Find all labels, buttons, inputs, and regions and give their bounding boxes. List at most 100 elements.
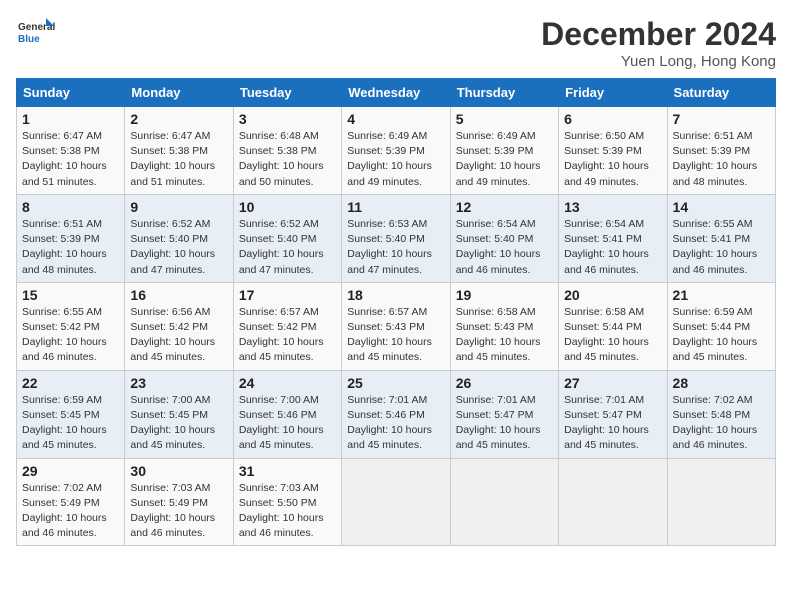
location-subtitle: Yuen Long, Hong Kong <box>541 53 776 70</box>
day-number: 28 <box>673 375 770 391</box>
day-info: Sunrise: 6:52 AMSunset: 5:40 PMDaylight:… <box>130 217 227 278</box>
day-number: 4 <box>347 111 444 127</box>
day-info: Sunrise: 6:50 AMSunset: 5:39 PMDaylight:… <box>564 129 661 190</box>
calendar-cell <box>450 458 558 546</box>
calendar-cell: 29 Sunrise: 7:02 AMSunset: 5:49 PMDayligh… <box>17 458 125 546</box>
calendar-cell: 24 Sunrise: 7:00 AMSunset: 5:46 PMDayligh… <box>233 370 341 458</box>
header-cell-saturday: Saturday <box>667 79 775 107</box>
header-cell-tuesday: Tuesday <box>233 79 341 107</box>
day-number: 17 <box>239 287 336 303</box>
day-number: 27 <box>564 375 661 391</box>
day-number: 2 <box>130 111 227 127</box>
calendar-cell: 21 Sunrise: 6:59 AMSunset: 5:44 PMDayligh… <box>667 282 775 370</box>
header-cell-monday: Monday <box>125 79 233 107</box>
calendar-table: SundayMondayTuesdayWednesdayThursdayFrid… <box>16 78 776 546</box>
day-info: Sunrise: 6:59 AMSunset: 5:44 PMDaylight:… <box>673 305 770 366</box>
day-info: Sunrise: 6:56 AMSunset: 5:42 PMDaylight:… <box>130 305 227 366</box>
day-info: Sunrise: 7:03 AMSunset: 5:49 PMDaylight:… <box>130 481 227 542</box>
day-info: Sunrise: 7:00 AMSunset: 5:45 PMDaylight:… <box>130 393 227 454</box>
header-cell-sunday: Sunday <box>17 79 125 107</box>
calendar-week-2: 8 Sunrise: 6:51 AMSunset: 5:39 PMDaylight… <box>17 194 776 282</box>
day-number: 20 <box>564 287 661 303</box>
day-number: 11 <box>347 199 444 215</box>
calendar-cell: 3 Sunrise: 6:48 AMSunset: 5:38 PMDaylight… <box>233 107 341 195</box>
day-number: 22 <box>22 375 119 391</box>
day-info: Sunrise: 6:51 AMSunset: 5:39 PMDaylight:… <box>22 217 119 278</box>
day-info: Sunrise: 6:49 AMSunset: 5:39 PMDaylight:… <box>456 129 553 190</box>
header-row: SundayMondayTuesdayWednesdayThursdayFrid… <box>17 79 776 107</box>
day-info: Sunrise: 6:51 AMSunset: 5:39 PMDaylight:… <box>673 129 770 190</box>
calendar-cell: 26 Sunrise: 7:01 AMSunset: 5:47 PMDayligh… <box>450 370 558 458</box>
day-number: 9 <box>130 199 227 215</box>
calendar-cell: 18 Sunrise: 6:57 AMSunset: 5:43 PMDayligh… <box>342 282 450 370</box>
day-number: 26 <box>456 375 553 391</box>
calendar-cell: 1Sunrise: 6:47 AMSunset: 5:38 PMDaylight… <box>17 107 125 195</box>
calendar-cell: 17 Sunrise: 6:57 AMSunset: 5:42 PMDayligh… <box>233 282 341 370</box>
calendar-cell: 12 Sunrise: 6:54 AMSunset: 5:40 PMDayligh… <box>450 194 558 282</box>
day-info: Sunrise: 7:01 AMSunset: 5:47 PMDaylight:… <box>564 393 661 454</box>
day-info: Sunrise: 6:48 AMSunset: 5:38 PMDaylight:… <box>239 129 336 190</box>
day-number: 3 <box>239 111 336 127</box>
calendar-cell: 25Sunrise: 7:01 AMSunset: 5:46 PMDayligh… <box>342 370 450 458</box>
calendar-cell: 9 Sunrise: 6:52 AMSunset: 5:40 PMDaylight… <box>125 194 233 282</box>
header-cell-friday: Friday <box>559 79 667 107</box>
day-number: 31 <box>239 463 336 479</box>
header-cell-thursday: Thursday <box>450 79 558 107</box>
day-info: Sunrise: 6:53 AMSunset: 5:40 PMDaylight:… <box>347 217 444 278</box>
calendar-cell <box>342 458 450 546</box>
day-info: Sunrise: 7:00 AMSunset: 5:46 PMDaylight:… <box>239 393 336 454</box>
svg-text:Blue: Blue <box>18 34 40 45</box>
day-number: 18 <box>347 287 444 303</box>
day-number: 23 <box>130 375 227 391</box>
calendar-week-1: 1 Sunrise: 6:47 AMSunset: 5:38 PMDaylight… <box>17 107 776 195</box>
day-info: Sunrise: 7:03 AMSunset: 5:50 PMDaylight:… <box>239 481 336 542</box>
calendar-cell: 5Sunrise: 6:49 AMSunset: 5:39 PMDaylight… <box>450 107 558 195</box>
day-info: Sunrise: 6:57 AMSunset: 5:42 PMDaylight:… <box>239 305 336 366</box>
day-number: 19 <box>456 287 553 303</box>
day-info: Sunrise: 7:02 AMSunset: 5:49 PMDaylight:… <box>22 481 119 542</box>
day-info: Sunrise: 6:59 AMSunset: 5:45 PMDaylight:… <box>22 393 119 454</box>
calendar-cell: 27 Sunrise: 7:01 AMSunset: 5:47 PMDayligh… <box>559 370 667 458</box>
calendar-cell: 14Sunrise: 6:55 AMSunset: 5:41 PMDayligh… <box>667 194 775 282</box>
calendar-cell: 15Sunrise: 6:55 AMSunset: 5:42 PMDayligh… <box>17 282 125 370</box>
day-info: Sunrise: 6:57 AMSunset: 5:43 PMDaylight:… <box>347 305 444 366</box>
day-number: 16 <box>130 287 227 303</box>
header-cell-wednesday: Wednesday <box>342 79 450 107</box>
calendar-cell: 28 Sunrise: 7:02 AMSunset: 5:48 PMDayligh… <box>667 370 775 458</box>
calendar-cell: 2 Sunrise: 6:47 AMSunset: 5:38 PMDaylight… <box>125 107 233 195</box>
day-number: 12 <box>456 199 553 215</box>
day-info: Sunrise: 6:47 AMSunset: 5:38 PMDaylight:… <box>130 129 227 190</box>
calendar-cell: 20 Sunrise: 6:58 AMSunset: 5:44 PMDayligh… <box>559 282 667 370</box>
calendar-cell: 11 Sunrise: 6:53 AMSunset: 5:40 PMDayligh… <box>342 194 450 282</box>
day-info: Sunrise: 7:01 AMSunset: 5:47 PMDaylight:… <box>456 393 553 454</box>
day-info: Sunrise: 6:55 AMSunset: 5:42 PMDaylight:… <box>22 305 119 366</box>
calendar-cell: 19 Sunrise: 6:58 AMSunset: 5:43 PMDayligh… <box>450 282 558 370</box>
calendar-cell <box>667 458 775 546</box>
day-number: 30 <box>130 463 227 479</box>
page-header: General Blue December 2024 Yuen Long, Ho… <box>16 16 776 70</box>
calendar-cell: 13Sunrise: 6:54 AMSunset: 5:41 PMDayligh… <box>559 194 667 282</box>
day-number: 25 <box>347 375 444 391</box>
calendar-cell: 6 Sunrise: 6:50 AMSunset: 5:39 PMDaylight… <box>559 107 667 195</box>
day-number: 10 <box>239 199 336 215</box>
day-info: Sunrise: 7:02 AMSunset: 5:48 PMDaylight:… <box>673 393 770 454</box>
day-info: Sunrise: 6:58 AMSunset: 5:43 PMDaylight:… <box>456 305 553 366</box>
calendar-cell <box>559 458 667 546</box>
day-info: Sunrise: 6:58 AMSunset: 5:44 PMDaylight:… <box>564 305 661 366</box>
day-number: 6 <box>564 111 661 127</box>
day-info: Sunrise: 6:49 AMSunset: 5:39 PMDaylight:… <box>347 129 444 190</box>
day-number: 21 <box>673 287 770 303</box>
day-number: 13 <box>564 199 661 215</box>
calendar-cell: 23 Sunrise: 7:00 AMSunset: 5:45 PMDayligh… <box>125 370 233 458</box>
calendar-cell: 16 Sunrise: 6:56 AMSunset: 5:42 PMDayligh… <box>125 282 233 370</box>
day-info: Sunrise: 6:54 AMSunset: 5:40 PMDaylight:… <box>456 217 553 278</box>
calendar-cell: 10Sunrise: 6:52 AMSunset: 5:40 PMDayligh… <box>233 194 341 282</box>
calendar-cell: 4 Sunrise: 6:49 AMSunset: 5:39 PMDaylight… <box>342 107 450 195</box>
calendar-week-3: 15Sunrise: 6:55 AMSunset: 5:42 PMDayligh… <box>17 282 776 370</box>
day-number: 1 <box>22 111 119 127</box>
day-number: 29 <box>22 463 119 479</box>
calendar-cell: 22 Sunrise: 6:59 AMSunset: 5:45 PMDayligh… <box>17 370 125 458</box>
day-number: 8 <box>22 199 119 215</box>
day-number: 24 <box>239 375 336 391</box>
title-section: December 2024 Yuen Long, Hong Kong <box>541 16 776 70</box>
